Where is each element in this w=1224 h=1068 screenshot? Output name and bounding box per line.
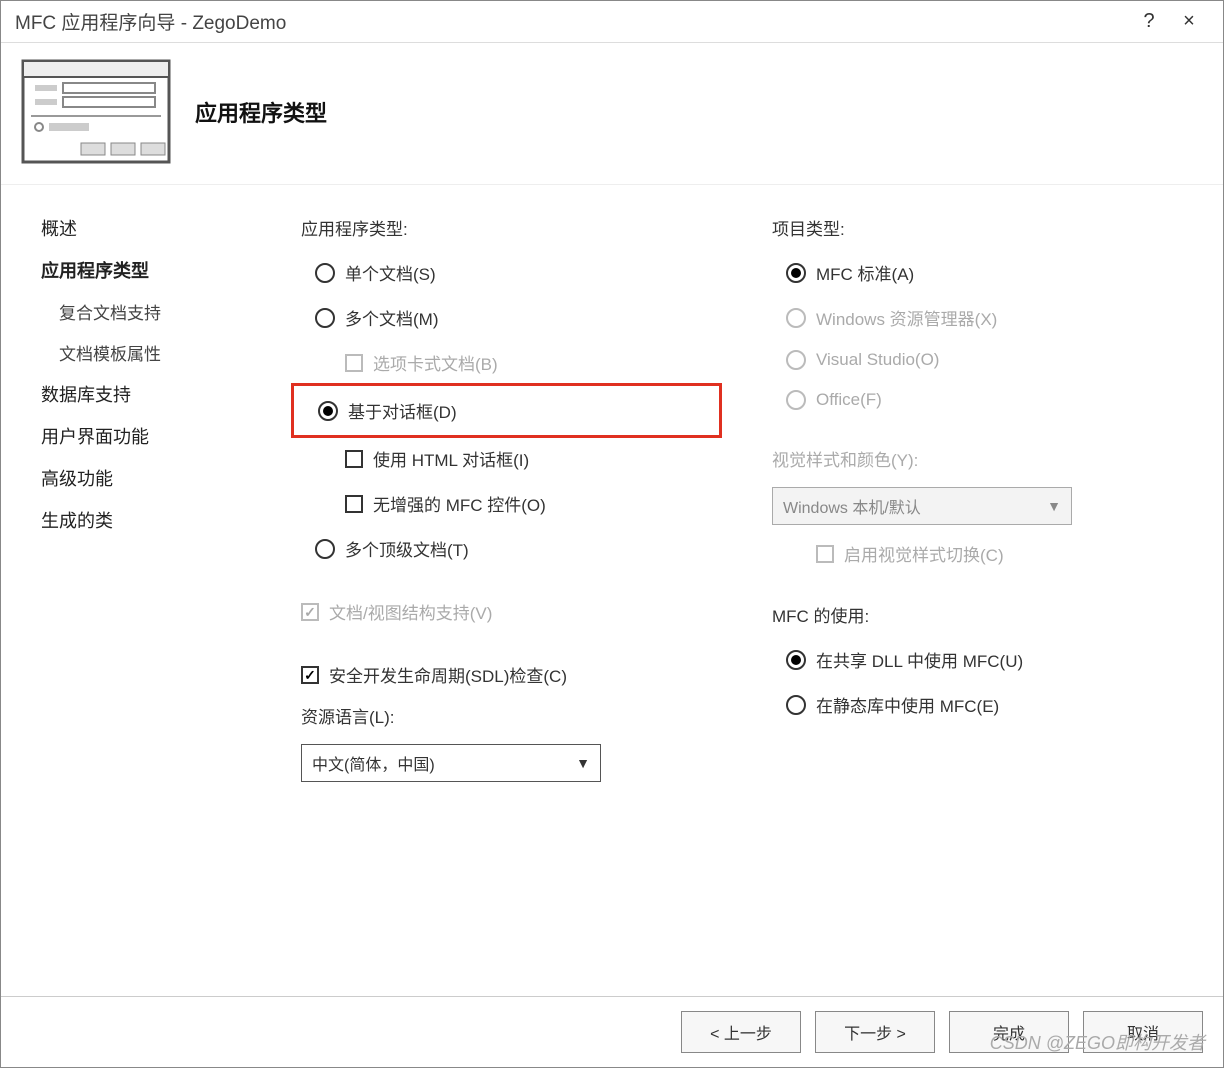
prev-button[interactable]: < 上一步 [681, 1011, 801, 1053]
sidebar-item-db-support[interactable]: 数据库支持 [41, 381, 261, 407]
radio-icon [315, 308, 335, 328]
checkbox-icon [345, 354, 363, 372]
window-title: MFC 应用程序向导 - ZegoDemo [15, 8, 1129, 35]
highlight-dialog-based: 基于对话框(D) [291, 383, 722, 438]
wizard-window: MFC 应用程序向导 - ZegoDemo ? × 应用程序类型 [0, 0, 1224, 1068]
radio-icon [786, 263, 806, 283]
sidebar-item-compound-doc[interactable]: 复合文档支持 [41, 299, 261, 324]
checkbox-icon [816, 545, 834, 563]
check-label: 安全开发生命周期(SDL)检查(C) [329, 662, 567, 687]
sidebar: 概述 应用程序类型 复合文档支持 文档模板属性 数据库支持 用户界面功能 高级功… [41, 215, 261, 976]
radio-office: Office(F) [772, 386, 1183, 414]
mfc-usage-label: MFC 的使用: [772, 602, 1183, 627]
check-label: 启用视觉样式切换(C) [844, 541, 1004, 566]
select-value: Windows 本机/默认 [783, 494, 921, 518]
next-button[interactable]: 下一步 > [815, 1011, 935, 1053]
check-enable-switch: 启用视觉样式切换(C) [772, 537, 1183, 570]
check-use-html[interactable]: 使用 HTML 对话框(I) [301, 442, 712, 475]
radio-icon [315, 263, 335, 283]
footer: < 上一步 下一步 > 完成 取消 [1, 996, 1223, 1067]
res-lang-label: 资源语言(L): [301, 703, 712, 728]
res-lang-select[interactable]: 中文(简体，中国) ▼ [301, 744, 601, 782]
finish-button[interactable]: 完成 [949, 1011, 1069, 1053]
radio-multi-doc[interactable]: 多个文档(M) [301, 301, 712, 334]
project-type-label: 项目类型: [772, 215, 1183, 240]
radio-single-doc[interactable]: 单个文档(S) [301, 256, 712, 289]
header: 应用程序类型 [1, 43, 1223, 185]
sidebar-item-advanced[interactable]: 高级功能 [41, 465, 261, 491]
check-label: 无增强的 MFC 控件(O) [373, 491, 546, 516]
radio-label: 在共享 DLL 中使用 MFC(U) [816, 647, 1023, 672]
check-no-enhanced[interactable]: 无增强的 MFC 控件(O) [301, 487, 712, 520]
radio-icon [318, 401, 338, 421]
help-button[interactable]: ? [1129, 10, 1169, 33]
check-label: 文档/视图结构支持(V) [329, 599, 492, 624]
radio-label: 单个文档(S) [345, 260, 436, 285]
radio-icon [786, 308, 806, 328]
radio-mfc-standard[interactable]: MFC 标准(A) [772, 256, 1183, 289]
chevron-down-icon: ▼ [1047, 498, 1061, 514]
radio-multi-top[interactable]: 多个顶级文档(T) [301, 532, 712, 565]
radio-dialog-based[interactable]: 基于对话框(D) [304, 394, 709, 427]
app-type-label: 应用程序类型: [301, 215, 712, 240]
radio-label: 在静态库中使用 MFC(E) [816, 692, 999, 717]
sidebar-item-overview[interactable]: 概述 [41, 215, 261, 241]
titlebar: MFC 应用程序向导 - ZegoDemo ? × [1, 1, 1223, 43]
check-label: 选项卡式文档(B) [373, 350, 498, 375]
radio-label: Visual Studio(O) [816, 350, 939, 370]
radio-win-explorer: Windows 资源管理器(X) [772, 301, 1183, 334]
sidebar-item-gen-classes[interactable]: 生成的类 [41, 507, 261, 533]
visual-style-label: 视觉样式和颜色(Y): [772, 446, 1183, 471]
radio-label: Office(F) [816, 390, 882, 410]
radio-icon [786, 390, 806, 410]
close-button[interactable]: × [1169, 10, 1209, 33]
page-title: 应用程序类型 [195, 96, 327, 128]
chevron-down-icon: ▼ [576, 755, 590, 771]
left-column: 应用程序类型: 单个文档(S) 多个文档(M) 选项卡式文档(B) 基于 [301, 215, 712, 976]
main-panel: 应用程序类型: 单个文档(S) 多个文档(M) 选项卡式文档(B) 基于 [301, 215, 1183, 976]
radio-visual-studio: Visual Studio(O) [772, 346, 1183, 374]
checkbox-icon [301, 603, 319, 621]
radio-icon [786, 650, 806, 670]
radio-icon [786, 350, 806, 370]
checkbox-icon [345, 495, 363, 513]
radio-label: Windows 资源管理器(X) [816, 305, 997, 330]
visual-style-select: Windows 本机/默认 ▼ [772, 487, 1072, 525]
select-value: 中文(简体，中国) [312, 751, 435, 775]
sidebar-item-doc-template[interactable]: 文档模板属性 [41, 340, 261, 365]
wizard-icon [21, 59, 171, 164]
radio-static-lib[interactable]: 在静态库中使用 MFC(E) [772, 688, 1183, 721]
right-column: 项目类型: MFC 标准(A) Windows 资源管理器(X) Visual … [772, 215, 1183, 976]
radio-label: 基于对话框(D) [348, 398, 457, 423]
radio-icon [786, 695, 806, 715]
radio-label: 多个顶级文档(T) [345, 536, 469, 561]
content-area: 概述 应用程序类型 复合文档支持 文档模板属性 数据库支持 用户界面功能 高级功… [1, 185, 1223, 996]
radio-label: MFC 标准(A) [816, 260, 914, 285]
radio-shared-dll[interactable]: 在共享 DLL 中使用 MFC(U) [772, 643, 1183, 676]
check-sdl[interactable]: 安全开发生命周期(SDL)检查(C) [301, 658, 712, 691]
sidebar-item-ui-features[interactable]: 用户界面功能 [41, 423, 261, 449]
checkbox-icon [345, 450, 363, 468]
check-doc-view: 文档/视图结构支持(V) [301, 595, 712, 628]
check-tabbed-doc: 选项卡式文档(B) [301, 346, 712, 379]
check-label: 使用 HTML 对话框(I) [373, 446, 529, 471]
radio-icon [315, 539, 335, 559]
sidebar-item-app-type[interactable]: 应用程序类型 [41, 257, 261, 283]
radio-label: 多个文档(M) [345, 305, 438, 330]
checkbox-icon [301, 666, 319, 684]
cancel-button[interactable]: 取消 [1083, 1011, 1203, 1053]
